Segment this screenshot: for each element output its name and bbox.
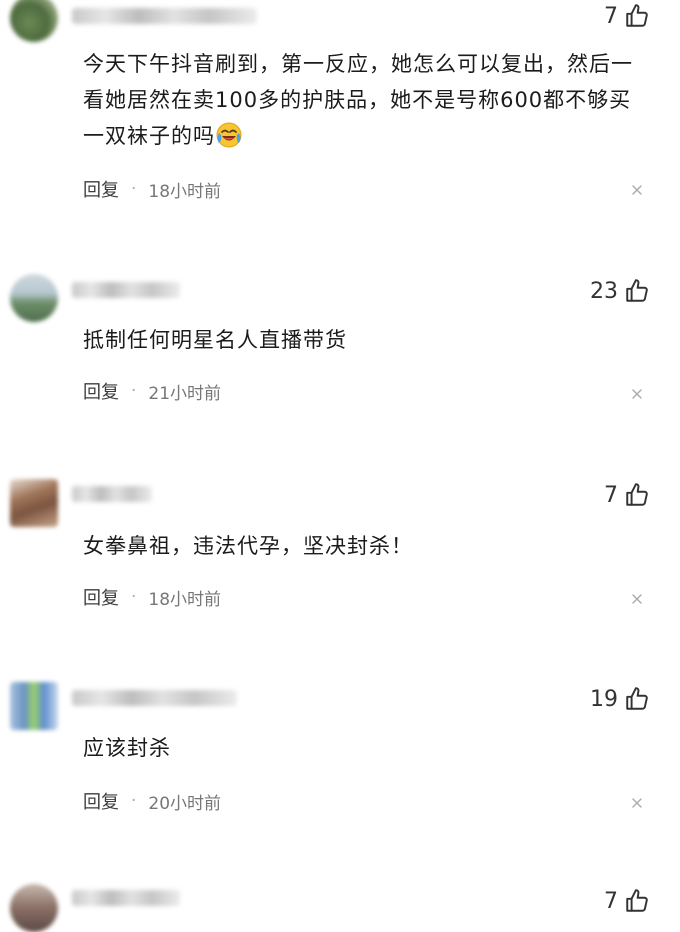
reply-button[interactable]: 回复	[83, 788, 119, 814]
avatar[interactable]	[10, 0, 58, 42]
reply-button[interactable]: 回复	[83, 584, 119, 610]
crying-laughing-emoji	[216, 122, 242, 148]
timestamp: 20小时前	[148, 793, 222, 814]
like-count: 7	[604, 482, 618, 508]
timestamp: 21小时前	[148, 383, 222, 404]
like-button[interactable]: 23	[590, 276, 650, 306]
like-button[interactable]: 7	[604, 480, 650, 510]
like-button[interactable]: 7	[604, 1, 650, 31]
thumbs-up-icon	[626, 279, 648, 302]
avatar[interactable]	[10, 274, 58, 322]
close-icon[interactable]	[630, 796, 644, 810]
thumbs-up-icon	[626, 889, 648, 912]
username-blurred[interactable]	[72, 8, 257, 24]
like-count: 23	[590, 278, 618, 304]
comment-meta: 回复 · 18小时前	[83, 584, 221, 610]
username-blurred[interactable]	[72, 890, 180, 906]
avatar[interactable]	[10, 884, 58, 932]
comment-meta: 回复 · 21小时前	[83, 378, 221, 404]
separator-dot: ·	[131, 791, 137, 811]
reply-button[interactable]: 回复	[83, 378, 119, 404]
reply-button[interactable]: 回复	[83, 176, 119, 202]
separator-dot: ·	[131, 179, 137, 199]
avatar[interactable]	[10, 682, 58, 730]
like-count: 7	[604, 888, 618, 914]
thumbs-up-icon	[626, 687, 648, 710]
separator-dot: ·	[131, 381, 137, 401]
comment-text: 今天下午抖音刷到，第一反应，她怎么可以复出，然后一看她居然在卖100多的护肤品，…	[83, 52, 633, 148]
like-button[interactable]: 7	[604, 886, 650, 916]
timestamp: 18小时前	[148, 589, 222, 610]
thumbs-up-icon	[626, 483, 648, 506]
close-icon[interactable]	[630, 183, 644, 197]
comment-text: 应该封杀	[83, 736, 171, 760]
like-button[interactable]: 19	[590, 684, 650, 714]
close-icon[interactable]	[630, 592, 644, 606]
thumbs-up-icon	[626, 4, 648, 27]
comment-text: 抵制任何明星名人直播带货	[83, 328, 347, 352]
like-count: 7	[604, 3, 618, 29]
comment-meta: 回复 · 20小时前	[83, 788, 221, 814]
close-icon[interactable]	[630, 387, 644, 401]
separator-dot: ·	[131, 587, 137, 607]
timestamp: 18小时前	[148, 181, 222, 202]
username-blurred[interactable]	[72, 690, 237, 706]
avatar[interactable]	[10, 479, 58, 527]
username-blurred[interactable]	[72, 486, 152, 502]
comment-text: 女拳鼻祖，违法代孕，坚决封杀！	[83, 534, 413, 558]
comment-meta: 回复 · 18小时前	[83, 176, 221, 202]
like-count: 19	[590, 686, 618, 712]
username-blurred[interactable]	[72, 282, 180, 298]
